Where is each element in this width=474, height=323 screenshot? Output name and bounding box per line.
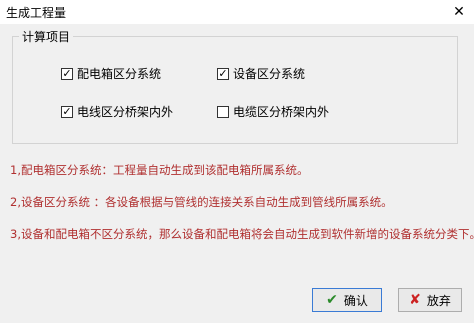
checkbox-check-icon[interactable]: ✓ [61, 105, 73, 118]
checkbox-wire-tray[interactable]: ✓ 电线区分桥架内外 [61, 103, 173, 120]
checkbox-cable-tray[interactable]: 电缆区分桥架内外 [217, 103, 329, 120]
checkbox-equipment-system[interactable]: ✓ 设备区分系统 [217, 65, 305, 82]
note-1: 1,配电箱区分系统：工程量自动生成到该配电箱所属系统。 [10, 163, 309, 177]
window-title: 生成工程量 [6, 6, 67, 20]
confirm-label: 确认 [343, 293, 368, 308]
cross-icon: ✘ [409, 292, 421, 308]
checkbox-label: 电线区分桥架内外 [77, 105, 174, 119]
calc-items-group: 计算项目 ✓ 配电箱区分系统 ✓ 设备区分系统 ✓ 电线区分桥架内外 电缆区分桥… [12, 28, 458, 144]
checkbox-empty-icon[interactable] [217, 105, 229, 118]
group-legend: 计算项目 [19, 28, 74, 45]
checkbox-check-icon[interactable]: ✓ [217, 67, 229, 80]
checkbox-check-icon[interactable]: ✓ [61, 67, 73, 80]
checkbox-distribution-box-system[interactable]: ✓ 配电箱区分系统 [61, 65, 161, 82]
close-icon[interactable]: ✕ [444, 0, 474, 24]
title-bar: 生成工程量 ✕ [0, 0, 474, 24]
note-3: 3,设备和配电箱不区分系统，那么设备和配电箱将会自动生成到软件新增的设备系统分类… [10, 227, 474, 241]
checkbox-label: 配电箱区分系统 [77, 67, 162, 81]
cancel-button[interactable]: ✘ 放弃 [398, 288, 462, 312]
notes-panel: 1,配电箱区分系统：工程量自动生成到该配电箱所属系统。 2,设备区分系统 ：各设… [0, 152, 474, 282]
note-2: 2,设备区分系统 ：各设备根据与管线的连接关系自动生成到管线所属系统。 [10, 195, 393, 209]
checkbox-label: 设备区分系统 [233, 67, 306, 81]
checkbox-label: 电缆区分桥架内外 [233, 105, 330, 119]
check-icon: ✔ [326, 292, 338, 308]
cancel-label: 放弃 [426, 293, 451, 308]
confirm-button[interactable]: ✔ 确认 [312, 288, 382, 312]
